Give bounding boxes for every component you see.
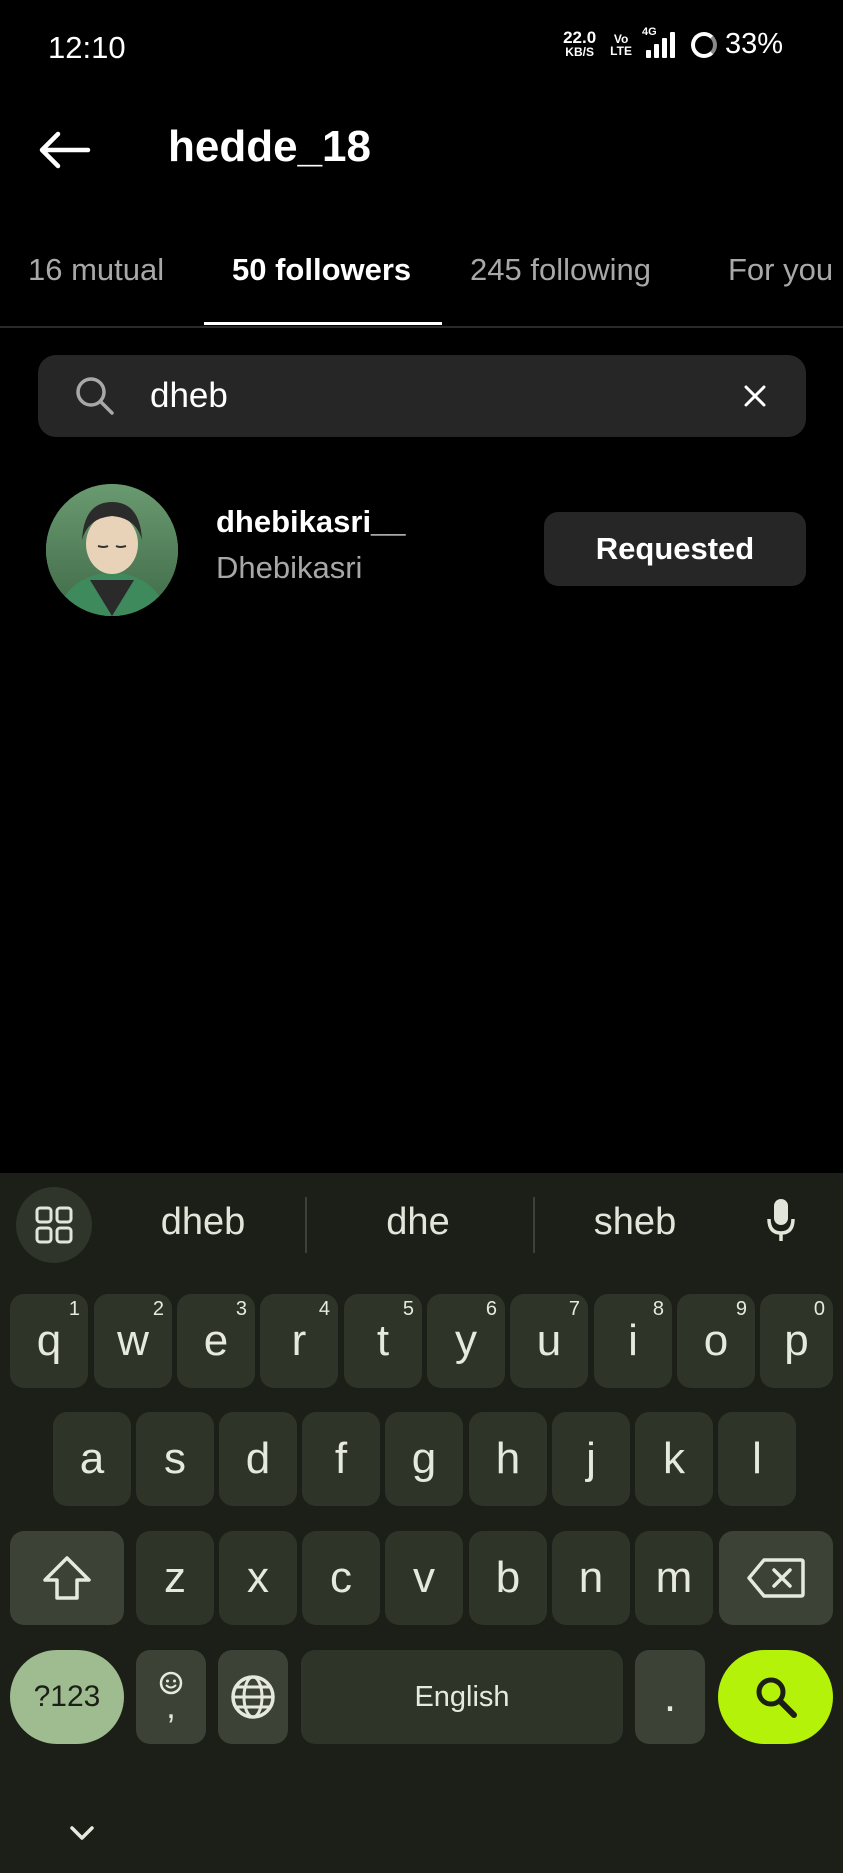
signal-icon: 4G <box>642 26 675 58</box>
chevron-down-icon <box>70 1826 94 1840</box>
key-h[interactable]: h <box>469 1412 547 1506</box>
key-p[interactable]: p0 <box>760 1294 833 1388</box>
close-icon[interactable] <box>738 379 772 413</box>
arrow-left-icon <box>39 131 91 169</box>
key-a[interactable]: a <box>53 1412 131 1506</box>
suggestion-3[interactable]: sheb <box>535 1201 735 1244</box>
microphone-icon <box>767 1199 795 1241</box>
key-c[interactable]: c <box>302 1531 380 1625</box>
key-b[interactable]: b <box>469 1531 547 1625</box>
collapse-keyboard-button[interactable] <box>62 1813 102 1853</box>
key-m[interactable]: m <box>635 1531 713 1625</box>
language-key[interactable] <box>218 1650 288 1744</box>
key-v[interactable]: v <box>385 1531 463 1625</box>
result-full-name: Dhebikasri <box>216 550 363 585</box>
tab-following[interactable]: 245 following <box>470 252 651 288</box>
key-s[interactable]: s <box>136 1412 214 1506</box>
avatar-image <box>46 484 178 616</box>
status-indicators: 22.0 KB/S Vo LTE 4G 33% <box>563 26 783 61</box>
space-key[interactable]: English <box>301 1650 623 1744</box>
search-bar <box>38 355 806 437</box>
backspace-icon <box>747 1558 805 1598</box>
key-i[interactable]: i8 <box>594 1294 672 1388</box>
search-input[interactable] <box>150 355 710 437</box>
network-type-label: 4G <box>641 25 657 38</box>
backspace-key[interactable] <box>719 1531 833 1625</box>
tab-mutual[interactable]: 16 mutual <box>28 252 164 288</box>
network-speed: 22.0 KB/S <box>563 27 597 59</box>
back-button[interactable] <box>34 122 94 178</box>
battery-percentage: 33% <box>724 28 783 60</box>
symbols-key[interactable]: ?123 <box>10 1650 124 1744</box>
avatar[interactable] <box>46 484 178 616</box>
on-screen-keyboard: dheb dhe sheb q1 w2 e3 r4 t5 y6 u7 i8 o9… <box>0 1173 843 1873</box>
requested-button[interactable]: Requested <box>544 512 806 586</box>
search-icon <box>76 377 114 415</box>
suggestion-1[interactable]: dheb <box>103 1201 303 1244</box>
key-z[interactable]: z <box>136 1531 214 1625</box>
volte-icon: Vo LTE <box>610 31 632 58</box>
shift-icon <box>43 1556 91 1600</box>
tab-followers[interactable]: 50 followers <box>232 252 411 288</box>
search-key[interactable] <box>718 1650 833 1744</box>
key-y[interactable]: y6 <box>427 1294 505 1388</box>
list-item[interactable]: dhebikasri__ Dhebikasri Requested <box>0 480 843 620</box>
period-key[interactable]: . <box>635 1650 705 1744</box>
network-speed-unit: KB/S <box>565 44 594 59</box>
tab-bar: 16 mutual 50 followers 245 following For… <box>0 240 843 328</box>
key-j[interactable]: j <box>552 1412 630 1506</box>
shift-key[interactable] <box>10 1531 124 1625</box>
key-d[interactable]: d <box>219 1412 297 1506</box>
search-icon <box>756 1677 797 1718</box>
key-u[interactable]: u7 <box>510 1294 588 1388</box>
battery-icon <box>690 31 717 58</box>
microphone-button[interactable] <box>766 1197 796 1248</box>
key-k[interactable]: k <box>635 1412 713 1506</box>
network-speed-value: 22.0 <box>563 27 597 47</box>
status-time: 12:10 <box>48 30 126 65</box>
key-t[interactable]: t5 <box>344 1294 422 1388</box>
suggestion-bar: dheb dhe sheb <box>0 1173 843 1277</box>
key-w[interactable]: w2 <box>94 1294 172 1388</box>
key-e[interactable]: e3 <box>177 1294 255 1388</box>
globe-icon <box>231 1675 275 1719</box>
key-l[interactable]: l <box>718 1412 796 1506</box>
suggestion-divider <box>305 1197 307 1253</box>
key-f[interactable]: f <box>302 1412 380 1506</box>
result-username[interactable]: dhebikasri__ <box>216 504 406 540</box>
active-tab-indicator <box>204 322 442 325</box>
suggestion-2[interactable]: dhe <box>318 1201 518 1244</box>
tab-for-you[interactable]: For you <box>728 252 833 288</box>
key-n[interactable]: n <box>552 1531 630 1625</box>
keyboard-menu-button[interactable] <box>16 1187 92 1263</box>
key-o[interactable]: o9 <box>677 1294 755 1388</box>
grid-icon <box>35 1206 73 1244</box>
page-title: hedde_18 <box>168 122 371 171</box>
key-x[interactable]: x <box>219 1531 297 1625</box>
key-g[interactable]: g <box>385 1412 463 1506</box>
emoji-comma-key[interactable]: , <box>136 1650 206 1744</box>
status-bar: 12:10 22.0 KB/S Vo LTE 4G 33% <box>0 0 843 100</box>
key-q[interactable]: q1 <box>10 1294 88 1388</box>
key-r[interactable]: r4 <box>260 1294 338 1388</box>
header: hedde_18 <box>0 110 843 190</box>
